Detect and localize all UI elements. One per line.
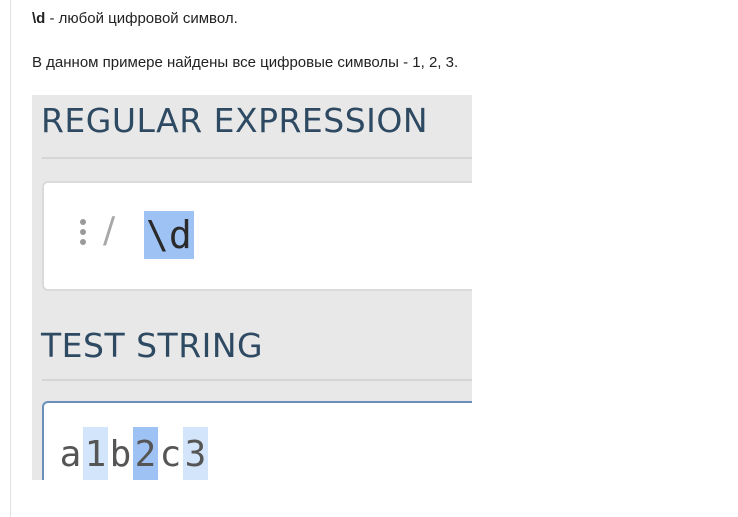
test-string-box[interactable]: a 1 b 2 c 3	[42, 401, 472, 480]
test-section-title: TEST STRING	[41, 326, 264, 365]
example-description: В данном примере найдены все цифровые си…	[32, 54, 459, 71]
content-left-border	[10, 0, 11, 517]
intro-definition: \d - любой цифровой символ.	[32, 9, 238, 29]
regex-section-title: REGULAR EXPRESSION	[41, 101, 429, 140]
regex-value[interactable]: \d	[144, 211, 194, 259]
test-string[interactable]: a 1 b 2 c 3	[58, 427, 208, 480]
test-char-match: 3	[183, 427, 208, 480]
term-code: \d	[32, 10, 46, 27]
test-char-match: 1	[83, 427, 108, 480]
test-char: c	[159, 434, 182, 475]
regex-tester-screenshot: REGULAR EXPRESSION / \d TEST STRING a 1 …	[32, 95, 472, 480]
regex-input-box[interactable]: / \d	[42, 181, 472, 291]
regex-delimiter: /	[103, 210, 116, 251]
test-char: b	[109, 434, 132, 475]
regex-section-divider	[42, 157, 472, 159]
vertical-dots-icon[interactable]	[79, 219, 87, 251]
test-char-match: 2	[133, 427, 158, 480]
test-char: a	[59, 434, 82, 475]
test-section-divider	[42, 379, 472, 381]
term-description: - любой цифровой символ.	[45, 10, 238, 27]
